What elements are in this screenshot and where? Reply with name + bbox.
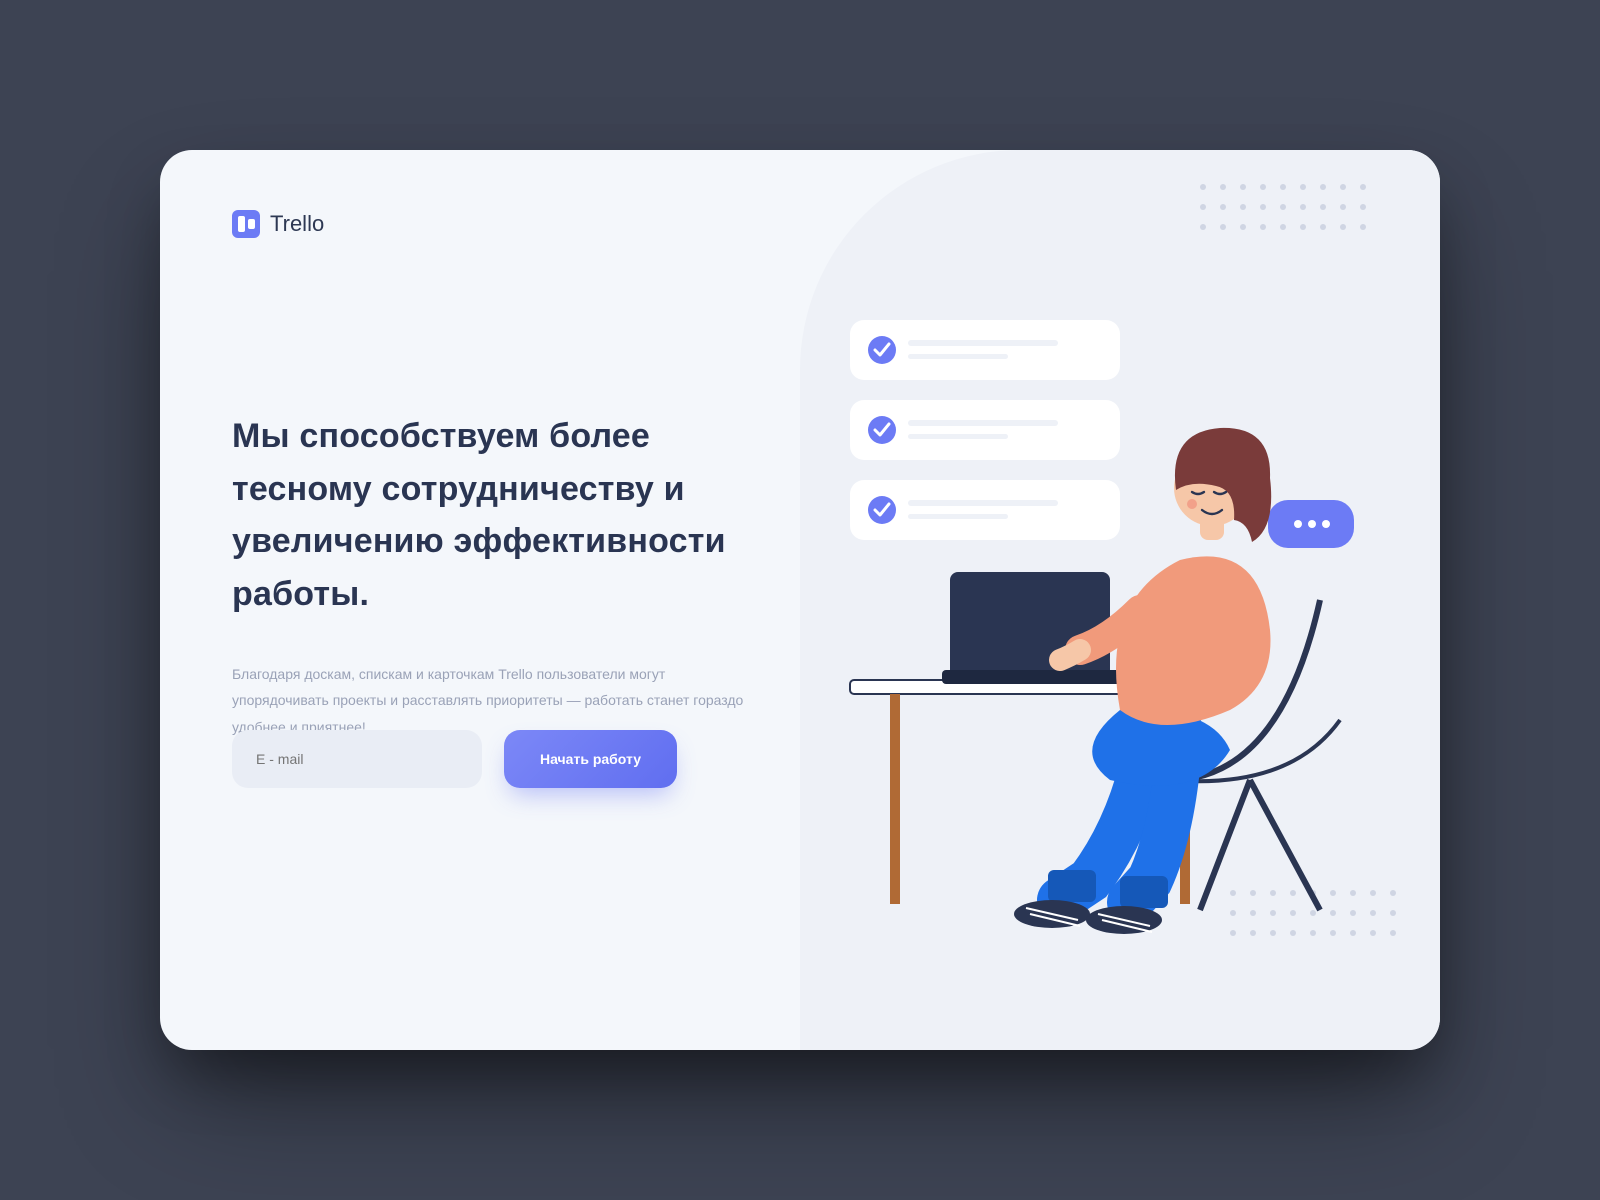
- trello-icon: [232, 210, 260, 238]
- decorative-dot-grid-bottom: [1230, 890, 1400, 940]
- decorative-dot-grid-top: [1200, 184, 1370, 234]
- hero-copy: Мы способствуем более тесному сотрудниче…: [232, 410, 792, 741]
- signup-form: Начать работу: [232, 730, 677, 788]
- brand-name: Trello: [270, 211, 324, 237]
- hero-subtext: Благодаря доскам, спискам и карточкам Tr…: [232, 661, 752, 741]
- brand-logo: Trello: [232, 210, 324, 238]
- email-input[interactable]: [232, 730, 482, 788]
- hero-headline: Мы способствуем более тесному сотрудниче…: [232, 410, 792, 621]
- landing-card: Trello Мы способствуем более тесному сот…: [160, 150, 1440, 1050]
- start-work-button[interactable]: Начать работу: [504, 730, 677, 788]
